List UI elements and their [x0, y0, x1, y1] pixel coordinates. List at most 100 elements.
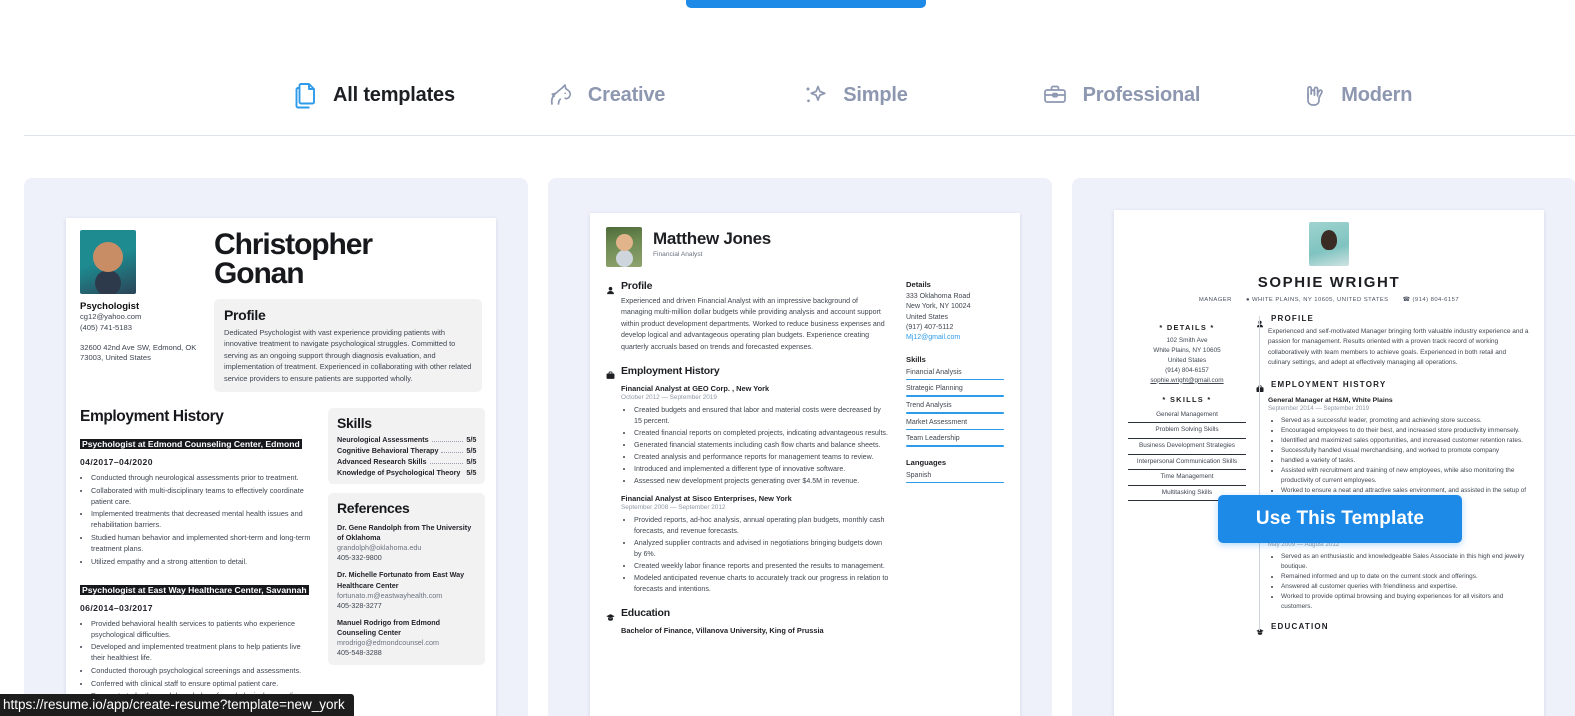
skill-name: Advanced Research Skills — [337, 457, 427, 467]
resume-preview-3: SOPHIE WRIGHT MANAGER ● WHITE PLAINS, NY… — [1114, 210, 1544, 716]
bullet: Modeled anticipated revenue charts to ac… — [634, 573, 890, 595]
browser-status-bar-url: https://resume.io/app/create-resume?temp… — [0, 694, 354, 716]
skill-bar — [906, 395, 1004, 397]
top-cta-button-partial[interactable] — [686, 0, 926, 8]
bullet: Remained informed and up to date on the … — [1281, 572, 1530, 582]
briefcase-icon — [1256, 380, 1264, 393]
skill-item: General Management — [1128, 408, 1246, 424]
degree: Bachelor of Finance, Villanova Universit… — [621, 626, 824, 636]
profile-heading: PROFILE — [1271, 314, 1315, 323]
tab-label: Simple — [843, 83, 908, 106]
skill-rating: 5/5 — [466, 446, 477, 456]
bullet: Provided reports, ad-hoc analysis, annua… — [634, 515, 890, 537]
job-title: Financial Analyst — [653, 250, 703, 258]
meta-role: MANAGER — [1198, 297, 1232, 303]
bullet: Worked to provide optimal browsing and b… — [1281, 592, 1530, 611]
skill-item: Trend Analysis — [906, 402, 1004, 414]
detail-line: White Plains, NY 10605 — [1153, 346, 1221, 354]
contact-meta: MANAGER ● WHITE PLAINS, NY 10605, UNITED… — [1128, 297, 1530, 303]
skill-item: Market Assessment — [906, 419, 1004, 431]
bullet: Created weekly labor finance reports and… — [634, 561, 890, 572]
job-entry: Financial Analyst at Sisco Enterprises, … — [606, 494, 890, 595]
bullet: Implemented treatments that decreased me… — [91, 508, 316, 530]
skill-row: Advanced Research Skills 5/5 — [337, 457, 476, 466]
job-dates: September 2014 — September 2019 — [1268, 404, 1370, 412]
skill-row: Neurological Assessments 5/5 — [337, 435, 476, 444]
tab-creative[interactable]: Creative — [545, 80, 665, 110]
skill-name: Neurological Assessments — [337, 435, 429, 445]
use-this-template-button[interactable]: Use This Template — [1218, 495, 1462, 543]
detail-line: 102 Smith Ave — [1166, 337, 1208, 344]
profile-section: Profile Dedicated Psychologist with vast… — [214, 298, 482, 393]
tab-professional[interactable]: Professional — [1040, 80, 1201, 110]
tab-label: Professional — [1082, 83, 1201, 106]
candidate-name: SOPHIE WRIGHT — [1257, 274, 1401, 291]
skill-item: Financial Analysis — [906, 369, 1004, 381]
detail-line: New York, NY 10024 — [906, 303, 971, 311]
job-title: Psychologist — [80, 301, 140, 312]
template-card-sophie-wright[interactable]: SOPHIE WRIGHT MANAGER ● WHITE PLAINS, NY… — [1072, 178, 1575, 716]
bullet: Served as a successful leader, promoting… — [1281, 416, 1530, 426]
skill-item: Team Leadership — [906, 435, 1004, 447]
job-title: Psychologist at East Way Healthcare Cent… — [80, 584, 309, 595]
tab-simple[interactable]: Simple — [800, 80, 908, 110]
job-title: Financial Analyst at GEO Corp. , New Yor… — [621, 384, 770, 394]
skill-name: Market Assessment — [906, 418, 968, 426]
template-card-matthew-jones[interactable]: Matthew Jones Financial Analyst Profile … — [548, 178, 1052, 716]
education-section-header: EDUCATION — [1256, 622, 1530, 635]
employment-heading: Employment History — [80, 408, 224, 426]
profile-text: Experienced and self-motivated Manager b… — [1268, 328, 1529, 367]
skill-item: Business Development Strategies — [1128, 439, 1246, 455]
bullet: Successfully handled visual merchandisin… — [1281, 446, 1530, 456]
location-pin-icon: ● — [1245, 297, 1250, 303]
reference-name: Dr. Gene Randolph from The University of… — [337, 523, 472, 543]
reference-email: fortunato.m@eastwayhealth.com — [337, 590, 443, 600]
bullet: Developed and implemented treatment plan… — [91, 641, 316, 663]
bullet: Conferred with clinical staff to ensure … — [91, 678, 316, 689]
skills-heading: Skills — [337, 415, 372, 432]
details-heading: * DETAILS * — [1159, 323, 1215, 332]
skill-bar — [906, 428, 1004, 431]
detail-email[interactable]: sophie.wright@gmail.com — [1128, 376, 1246, 386]
tab-all-templates[interactable]: All templates — [290, 80, 455, 110]
phone-icon: ☎ — [1402, 297, 1411, 303]
reference-phone: 405-332-9800 — [337, 553, 382, 563]
unicorn-icon — [545, 80, 575, 110]
profile-text: Experienced and driven Financial Analyst… — [621, 297, 885, 351]
template-card-christopher-gonan[interactable]: Psychologist cg12@yahoo.com (405) 741-51… — [24, 178, 528, 716]
job-bullets: Created budgets and ensured that labor a… — [634, 405, 890, 487]
detail-line: United States — [1167, 356, 1207, 364]
employment-section-header: Employment History — [606, 365, 890, 379]
bullet: Served as an enthusiastic and knowledgea… — [1281, 552, 1530, 571]
job-entry: Psychologist at Edmond Counseling Center… — [80, 434, 316, 567]
bullet: Created analysis and performance reports… — [634, 452, 890, 463]
skill-item: Strategic Planning — [906, 385, 1004, 397]
language-bar — [906, 481, 1004, 484]
detail-email[interactable]: Mj12@gmail.com — [906, 333, 1004, 343]
skill-bar — [906, 378, 1004, 381]
bullet: Conducted thorough psychological screeni… — [91, 665, 316, 676]
languages-heading: Languages — [906, 457, 947, 467]
employment-heading: EMPLOYMENT HISTORY — [1271, 379, 1387, 389]
bullet: Utilized empathy and a strong attention … — [91, 556, 316, 567]
job-dates: 04/2017–04/2020 — [80, 457, 153, 468]
references-section: References Dr. Gene Randolph from The Un… — [328, 493, 486, 666]
leader-dots — [441, 452, 464, 454]
reference-item: Dr. Michelle Fortunato from East Way Hea… — [337, 570, 476, 610]
language-item: Spanish — [906, 472, 1004, 484]
skill-bar — [906, 411, 1004, 414]
bullet: Encouraged employees to do their best, a… — [1281, 426, 1530, 436]
skill-rating: 5/5 — [466, 468, 477, 478]
sidebar: * DETAILS * 102 Smith Ave White Plains, … — [1128, 314, 1246, 631]
template-card-grid: Psychologist cg12@yahoo.com (405) 741-51… — [24, 178, 1575, 716]
reference-email: grandolph@oklahoma.edu — [337, 543, 422, 553]
skill-rating: 5/5 — [466, 435, 477, 445]
skill-name: Team Leadership — [906, 435, 960, 443]
skill-name: Cognitive Behavioral Therapy — [337, 446, 439, 456]
bullet: handled a variety of tasks. — [1281, 456, 1530, 466]
reference-email: mrodrigo@edmondcounsel.com — [337, 637, 439, 647]
skill-row: Knowledge of Psychological Theory 5/5 — [337, 468, 476, 477]
language-name: Spanish — [906, 471, 932, 479]
tab-modern[interactable]: Modern — [1298, 80, 1412, 110]
bullet: Provided behavioral health services to p… — [91, 618, 316, 640]
